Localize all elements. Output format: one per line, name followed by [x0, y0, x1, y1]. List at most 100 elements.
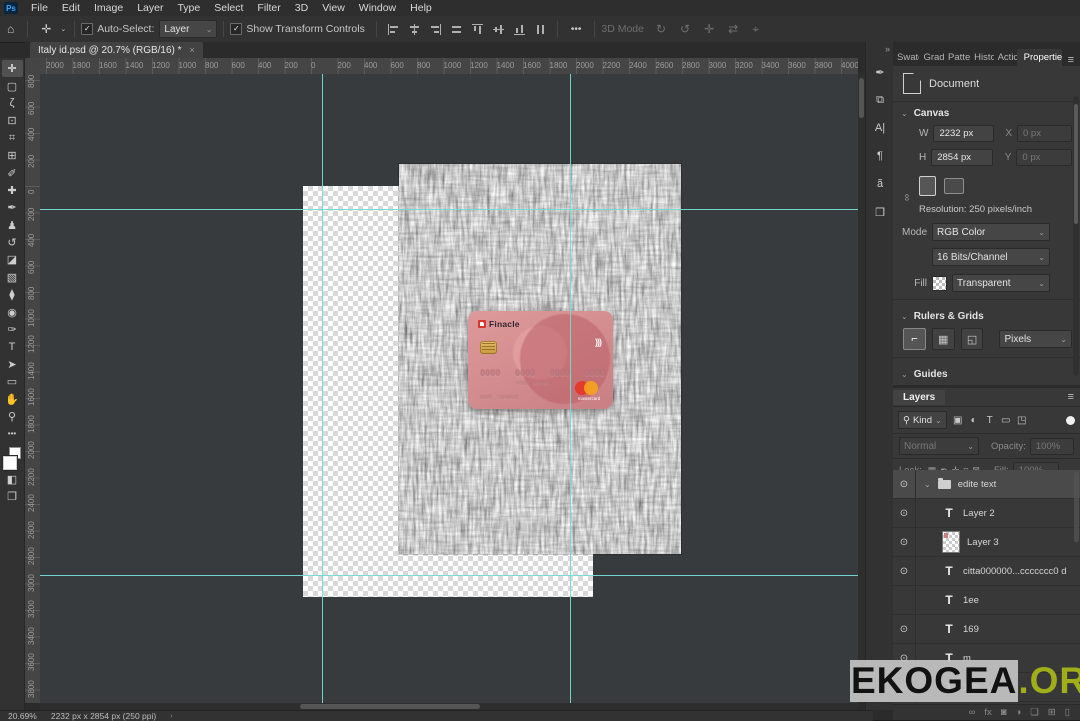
menu-edit[interactable]: Edit	[55, 1, 87, 15]
distribute-vertical-centers-icon[interactable]	[492, 23, 504, 36]
layer-row-1ee[interactable]: T 1ee	[893, 586, 1080, 615]
close-tab-icon[interactable]: ×	[190, 45, 195, 55]
slide-3d-camera-icon[interactable]: ⇄	[721, 22, 745, 36]
bit-depth-dropdown[interactable]: 16 Bits/Channel ⌄	[932, 248, 1050, 266]
layer-style-icon[interactable]: fx	[984, 707, 991, 718]
link-dimensions-icon[interactable]: ∞	[901, 194, 912, 201]
menu-filter[interactable]: Filter	[250, 1, 287, 15]
drag-3d-camera-icon[interactable]: ✛	[697, 22, 721, 36]
eyedropper-tool[interactable]: ✐	[2, 164, 23, 181]
canvas-x-field[interactable]: 0 px	[1017, 125, 1072, 142]
auto-select-dropdown[interactable]: Layer ⌄	[159, 20, 218, 38]
panel-menu-icon[interactable]: ≡	[1062, 391, 1080, 403]
rectangle-shape-tool[interactable]: ▭	[2, 373, 23, 390]
link-layers-icon[interactable]: ∞	[969, 707, 976, 718]
menu-file[interactable]: File	[24, 1, 55, 15]
rectangular-marquee-tool[interactable]: ▢	[2, 77, 23, 94]
hand-tool[interactable]: ✋	[2, 390, 23, 407]
canvas-viewport[interactable]: Finacle ))) 0000 0000 0000 0000 0000 00/00 …	[40, 74, 858, 703]
brush-settings-panel-icon[interactable]: ✒	[868, 60, 892, 84]
menu-window[interactable]: Window	[352, 1, 403, 15]
kind-filter-dropdown[interactable]: ⚲ Kind ⌄	[898, 411, 947, 429]
tab-histo[interactable]: Histo	[970, 49, 993, 66]
screen-mode-icon[interactable]: ❐	[2, 488, 23, 505]
align-right-edges-icon[interactable]	[429, 23, 442, 35]
layer-row-edite-text[interactable]: ⊙ ⌄ edite text	[893, 470, 1080, 499]
move-tool-icon[interactable]: ✛	[34, 22, 58, 36]
toggle-transparency-button[interactable]: ◱	[960, 328, 984, 350]
panel-menu-icon[interactable]: ≡	[1062, 54, 1080, 66]
status-caret-icon[interactable]: ›	[170, 713, 172, 720]
adjustment-fill-icon[interactable]: ◑	[1016, 707, 1022, 718]
filter-toggle[interactable]	[1066, 415, 1075, 425]
distribute-top-edges-icon[interactable]	[471, 23, 483, 36]
tab-properties[interactable]: Properties	[1016, 49, 1062, 66]
align-justify-icon[interactable]	[450, 24, 463, 35]
layer-visibility-toggle[interactable]: ⊙	[893, 470, 916, 498]
layers-tab[interactable]: Layers	[893, 389, 946, 405]
section-rulers-grids[interactable]: ⌄ Rulers & Grids	[893, 305, 1080, 326]
landscape-orientation-button[interactable]	[944, 178, 964, 194]
tool-preset-caret-icon[interactable]: ⌄	[58, 25, 68, 33]
color-swatches[interactable]	[2, 446, 22, 471]
menu-select[interactable]: Select	[207, 1, 250, 15]
new-layer-icon[interactable]: ⊞	[1048, 707, 1056, 718]
edit-toolbar-icon[interactable]: •••	[2, 425, 23, 442]
opacity-field[interactable]: 100%	[1029, 437, 1074, 455]
menu-help[interactable]: Help	[403, 1, 439, 15]
section-canvas[interactable]: ⌄ Canvas	[893, 102, 1080, 123]
canvas-y-field[interactable]: 0 px	[1016, 149, 1072, 166]
zoom-3d-camera-icon[interactable]: ⌖	[745, 22, 766, 37]
tab-swatc[interactable]: Swatc	[893, 49, 919, 66]
guide-vertical-1[interactable]	[322, 74, 323, 703]
dodge-tool[interactable]: ◉	[2, 303, 23, 320]
align-horizontal-centers-icon[interactable]	[408, 23, 421, 35]
more-options-icon[interactable]: •••	[564, 24, 589, 35]
brush-tool[interactable]: ✒	[2, 199, 23, 216]
layer-row-169[interactable]: ⊙ T 169	[893, 615, 1080, 644]
crop-tool[interactable]: ⌗	[2, 130, 23, 147]
horizontal-ruler[interactable]: 2000 1800 1600 1400 1200 1000 800 600 400 200 0 200…	[40, 58, 858, 75]
layer-mask-icon[interactable]: ◙	[1001, 707, 1007, 718]
layer-visibility-toggle[interactable]	[893, 586, 916, 614]
vertical-ruler[interactable]: 800 600 400 200 0 200 400 600 800 1000 1200 1400 160…	[25, 74, 41, 703]
blur-tool[interactable]: ⧫	[2, 286, 23, 303]
expand-panels-icon[interactable]: »	[885, 44, 890, 54]
document-tab[interactable]: Italy id.psd @ 20.7% (RGB/16) * ×	[30, 42, 203, 58]
guide-horizontal-2[interactable]	[40, 575, 858, 576]
adjustment-layer-filter-icon[interactable]: ◐	[966, 412, 982, 428]
spot-healing-tool[interactable]: ✚	[2, 182, 23, 199]
layer-visibility-toggle[interactable]: ⊙	[893, 557, 916, 585]
paragraph-panel-icon[interactable]: ¶	[868, 144, 892, 168]
toggle-grid-button[interactable]: ▦	[931, 328, 955, 350]
portrait-orientation-button[interactable]	[919, 176, 936, 196]
layer-row-citta000000-ccccccc0-d[interactable]: ⊙ Tcitta000000...ccccccc0 d	[893, 557, 1080, 586]
canvas-width-field[interactable]: 2232 px	[933, 125, 995, 142]
lasso-tool[interactable]: ζ	[2, 95, 23, 112]
group-expand-icon[interactable]: ⌄	[924, 480, 931, 489]
gradient-tool[interactable]: ▧	[2, 269, 23, 286]
menu-layer[interactable]: Layer	[130, 1, 170, 15]
canvas-horizontal-scrollbar[interactable]	[40, 703, 858, 710]
blend-mode-dropdown[interactable]: Normal ⌄	[899, 437, 979, 455]
layer-visibility-toggle[interactable]: ⊙	[893, 615, 916, 643]
type-tool[interactable]: T	[2, 338, 23, 355]
character-panel-icon[interactable]: A|	[868, 116, 892, 140]
tab-patter[interactable]: Patter	[944, 49, 970, 66]
orbit-3d-camera-icon[interactable]: ↻	[649, 22, 673, 36]
pixel-layer-filter-icon[interactable]: ▣	[950, 412, 966, 428]
smart-object-filter-icon[interactable]: ◳	[1014, 412, 1030, 428]
fill-dropdown[interactable]: Transparent ⌄	[952, 274, 1050, 292]
layer-row-layer-3[interactable]: ⊙ Layer 3	[893, 528, 1080, 557]
zoom-tool[interactable]: ⚲	[2, 408, 23, 425]
guide-horizontal-1[interactable]	[40, 209, 858, 210]
clone-stamp-tool[interactable]: ♟	[2, 217, 23, 234]
move-tool[interactable]: ✛	[1, 60, 23, 78]
properties-scrollbar[interactable]	[1073, 96, 1079, 376]
canvas-height-field[interactable]: 2854 px	[931, 149, 993, 166]
menu-type[interactable]: Type	[170, 1, 207, 15]
home-icon[interactable]: ⌂	[0, 22, 21, 36]
layer-visibility-toggle[interactable]: ⊙	[893, 499, 916, 527]
eraser-tool[interactable]: ◪	[2, 251, 23, 268]
menu-3d[interactable]: 3D	[288, 1, 315, 15]
